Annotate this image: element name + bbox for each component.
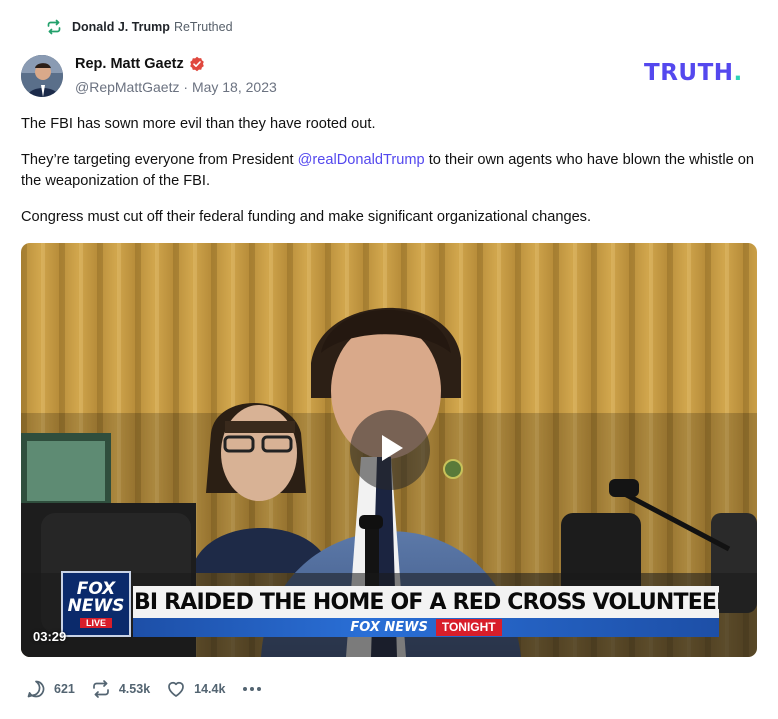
post-body: The FBI has sown more evil than they hav… bbox=[21, 114, 761, 243]
chyron-headline: FBI RAIDED THE HOME OF A RED CROSS VOLUN… bbox=[133, 586, 719, 618]
retruth-action-label: ReTruthed bbox=[173, 20, 233, 34]
network-logo-line2: NEWS bbox=[67, 595, 125, 616]
post-paragraph: They’re targeting everyone from Presiden… bbox=[21, 150, 761, 192]
paragraph-text: They’re targeting everyone from Presiden… bbox=[21, 152, 298, 168]
truth-logo[interactable]: TRUTH. bbox=[644, 60, 743, 86]
verified-badge-icon bbox=[189, 56, 205, 72]
retruth-icon bbox=[46, 19, 62, 35]
mention-link[interactable]: @realDonaldTrump bbox=[298, 152, 425, 168]
post-actions: 621 4.53k 14.4k bbox=[26, 677, 263, 701]
post-paragraph: Congress must cut off their federal fund… bbox=[21, 209, 592, 225]
retruth-icon bbox=[91, 679, 111, 699]
play-button[interactable] bbox=[350, 410, 430, 490]
retruth-count: 4.53k bbox=[118, 682, 151, 696]
like-button[interactable]: 14.4k bbox=[166, 679, 225, 699]
live-badge: LIVE bbox=[79, 617, 112, 628]
post-author: Rep. Matt Gaetz @RepMattGaetz · May 18, … bbox=[75, 54, 277, 95]
post-date[interactable]: May 18, 2023 bbox=[192, 79, 277, 95]
network-logo-line1: FOX bbox=[76, 578, 116, 599]
author-handle[interactable]: @RepMattGaetz bbox=[75, 79, 179, 95]
retruth-header: Donald J. Trump ReTruthed bbox=[46, 17, 233, 37]
like-count: 14.4k bbox=[194, 682, 226, 696]
meta-separator: · bbox=[183, 79, 189, 95]
retruth-user[interactable]: Donald J. Trump bbox=[72, 20, 170, 34]
chyron-network: FOX NEWS bbox=[350, 620, 428, 635]
reply-count: 621 bbox=[54, 682, 75, 696]
reply-icon bbox=[26, 679, 46, 699]
author-name[interactable]: Rep. Matt Gaetz bbox=[75, 56, 184, 72]
avatar[interactable] bbox=[21, 55, 63, 97]
network-logo: FOX NEWS LIVE bbox=[61, 571, 131, 637]
chyron-show: TONIGHT bbox=[435, 619, 502, 636]
chyron-subbar: FOX NEWS TONIGHT bbox=[133, 618, 719, 637]
heart-icon bbox=[166, 679, 186, 699]
reply-button[interactable]: 621 bbox=[26, 679, 75, 699]
video-duration: 03:29 bbox=[33, 629, 67, 644]
more-options-icon[interactable] bbox=[241, 683, 263, 695]
video-player[interactable]: FOX NEWS LIVE FBI RAIDED THE HOME OF A R… bbox=[21, 243, 757, 657]
play-icon bbox=[373, 431, 407, 470]
logo-text: TRUTH bbox=[644, 60, 734, 86]
retruth-button[interactable]: 4.53k bbox=[91, 679, 150, 699]
post-paragraph: The FBI has sown more evil than they hav… bbox=[21, 116, 376, 132]
logo-dot: . bbox=[733, 60, 743, 86]
post-meta: @RepMattGaetz · May 18, 2023 bbox=[75, 79, 277, 95]
